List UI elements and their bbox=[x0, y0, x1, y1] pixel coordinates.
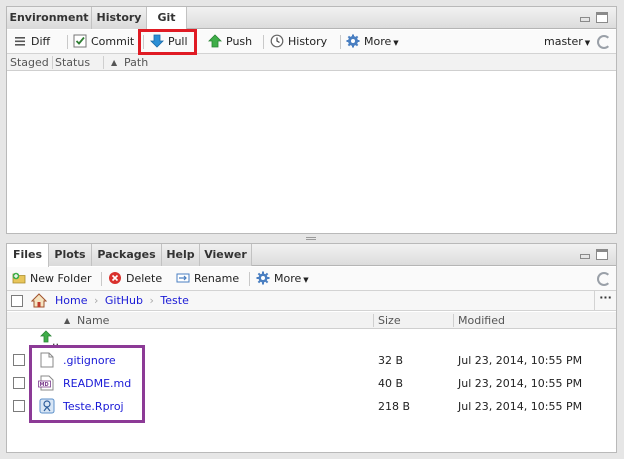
column-divider bbox=[453, 314, 454, 327]
gear-icon bbox=[256, 271, 270, 285]
files-toolbar: New Folder Delete Rename More ▼ bbox=[7, 267, 616, 291]
pull-highlight-box bbox=[138, 29, 197, 55]
delete-button[interactable]: Delete bbox=[108, 270, 162, 288]
file-size: 40 B bbox=[378, 377, 404, 390]
file-size: 32 B bbox=[378, 354, 404, 367]
rename-button[interactable]: Rename bbox=[176, 270, 239, 288]
git-toolbar: Diff Commit Pull Push History More ▼ mas… bbox=[7, 30, 616, 54]
tab-files[interactable]: Files bbox=[7, 244, 49, 267]
file-size: 218 B bbox=[378, 400, 411, 413]
breadcrumb-bar: Home › GitHub › Teste ··· bbox=[7, 291, 616, 311]
diff-label: Diff bbox=[31, 35, 51, 48]
push-arrow-up-icon bbox=[208, 34, 222, 48]
column-modified[interactable]: Modified bbox=[458, 312, 505, 329]
column-path[interactable]: Path bbox=[124, 54, 148, 71]
files-pane-tabbar: Files Plots Packages Help Viewer bbox=[7, 244, 616, 267]
row-checkbox[interactable] bbox=[13, 354, 25, 366]
files-column-header: ▲ Name Size Modified bbox=[7, 312, 616, 329]
breadcrumb: Home › GitHub › Teste bbox=[55, 291, 189, 311]
breadcrumb-separator-icon: › bbox=[93, 294, 99, 307]
toolbar-separator bbox=[340, 35, 341, 49]
files-highlight-box bbox=[29, 345, 145, 423]
maximize-icon[interactable] bbox=[596, 249, 608, 260]
branch-label: master bbox=[544, 35, 583, 48]
files-more-button[interactable]: More ▼ bbox=[256, 270, 309, 288]
files-pane-window-controls bbox=[574, 249, 608, 262]
column-divider bbox=[52, 56, 53, 69]
git-pane: Environment History Git Diff Commit Pull bbox=[6, 6, 617, 234]
minimize-icon[interactable] bbox=[579, 249, 591, 260]
toolbar-separator bbox=[249, 272, 250, 286]
maximize-icon[interactable] bbox=[596, 12, 608, 23]
file-modified: Jul 23, 2014, 10:55 PM bbox=[458, 354, 583, 367]
tab-history[interactable]: History bbox=[92, 7, 147, 29]
branch-dropdown[interactable]: master ▼ bbox=[544, 33, 590, 51]
refresh-icon[interactable] bbox=[597, 35, 611, 49]
git-column-header: Staged Status ▲ Path bbox=[7, 54, 616, 71]
new-folder-label: New Folder bbox=[30, 272, 92, 285]
column-staged[interactable]: Staged bbox=[10, 54, 49, 71]
toolbar-separator bbox=[67, 35, 68, 49]
column-size[interactable]: Size bbox=[378, 312, 401, 329]
tab-git[interactable]: Git bbox=[147, 7, 187, 30]
git-pane-tabbar: Environment History Git bbox=[7, 7, 616, 30]
minimize-icon[interactable] bbox=[579, 12, 591, 23]
more-label: More bbox=[364, 35, 392, 48]
diff-button[interactable]: Diff bbox=[13, 33, 50, 51]
history-button[interactable]: History bbox=[270, 33, 327, 51]
chevron-down-icon: ▼ bbox=[393, 39, 399, 47]
breadcrumb-github[interactable]: GitHub bbox=[105, 294, 143, 307]
row-checkbox[interactable] bbox=[13, 400, 25, 412]
tab-help[interactable]: Help bbox=[162, 244, 200, 266]
column-status[interactable]: Status bbox=[55, 54, 90, 71]
sort-ascending-icon: ▲ bbox=[64, 316, 71, 325]
gear-icon bbox=[346, 34, 360, 48]
column-divider bbox=[373, 314, 374, 327]
new-folder-button[interactable]: New Folder bbox=[12, 270, 91, 288]
files-more-label: More bbox=[274, 272, 302, 285]
new-folder-icon bbox=[12, 271, 26, 285]
breadcrumb-home[interactable]: Home bbox=[55, 294, 87, 307]
commit-button[interactable]: Commit bbox=[73, 33, 134, 51]
chevron-down-icon: ▼ bbox=[584, 39, 591, 47]
git-pane-window-controls bbox=[574, 12, 608, 25]
rename-icon bbox=[176, 271, 190, 285]
refresh-icon[interactable] bbox=[597, 272, 611, 286]
home-icon[interactable] bbox=[30, 293, 48, 311]
column-name[interactable]: Name bbox=[77, 312, 109, 329]
tab-plots[interactable]: Plots bbox=[49, 244, 92, 266]
column-divider bbox=[103, 56, 104, 69]
rename-label: Rename bbox=[194, 272, 240, 285]
tab-viewer[interactable]: Viewer bbox=[200, 244, 252, 266]
breadcrumb-separator-icon: › bbox=[149, 294, 154, 307]
parent-directory-arrow-icon bbox=[39, 330, 53, 344]
tab-packages[interactable]: Packages bbox=[92, 244, 162, 266]
more-options-icon[interactable]: ··· bbox=[594, 291, 616, 310]
toolbar-separator bbox=[101, 272, 102, 286]
pane-splitter[interactable] bbox=[6, 234, 617, 243]
more-button[interactable]: More ▼ bbox=[346, 33, 399, 51]
breadcrumb-teste[interactable]: Teste bbox=[160, 294, 188, 307]
commit-label: Commit bbox=[91, 35, 135, 48]
delete-label: Delete bbox=[126, 272, 163, 285]
toolbar-separator bbox=[263, 35, 264, 49]
history-label: History bbox=[288, 35, 328, 48]
commit-checkbox-icon bbox=[73, 34, 87, 48]
tab-environment[interactable]: Environment bbox=[7, 7, 92, 29]
push-label: Push bbox=[226, 35, 253, 48]
file-modified: Jul 23, 2014, 10:55 PM bbox=[458, 377, 583, 390]
push-button[interactable]: Push bbox=[208, 33, 252, 51]
chevron-down-icon: ▼ bbox=[303, 276, 309, 284]
delete-icon bbox=[108, 271, 122, 285]
diff-icon bbox=[13, 34, 27, 48]
select-all-checkbox[interactable] bbox=[11, 295, 23, 307]
row-checkbox[interactable] bbox=[13, 377, 25, 389]
file-modified: Jul 23, 2014, 10:55 PM bbox=[458, 400, 583, 413]
sort-ascending-icon: ▲ bbox=[111, 58, 118, 67]
clock-icon bbox=[270, 34, 284, 48]
splitter-grip bbox=[306, 237, 316, 240]
